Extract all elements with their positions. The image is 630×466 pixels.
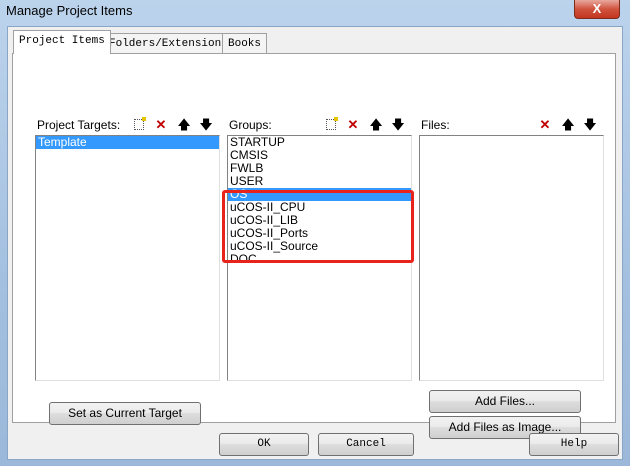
group-list-item[interactable]: USER xyxy=(228,175,411,188)
files-group: Files: ✕ 🡅 🡇 xyxy=(419,116,604,386)
window-title: Manage Project Items xyxy=(6,3,133,18)
files-list[interactable] xyxy=(419,135,604,381)
files-header: Files: ✕ 🡅 🡇 xyxy=(419,116,604,134)
move-file-down-button[interactable]: 🡇 xyxy=(581,116,599,133)
move-up-icon: 🡅 xyxy=(369,117,383,132)
delete-target-button[interactable]: ✕ xyxy=(152,116,170,133)
move-file-up-button[interactable]: 🡅 xyxy=(559,116,577,133)
new-item-icon xyxy=(134,117,146,130)
title-bar[interactable]: Manage Project Items X xyxy=(0,0,630,22)
target-list-item[interactable]: Template xyxy=(36,136,219,149)
project-targets-group: Project Targets: ✕ 🡅 🡇 Template xyxy=(35,116,220,386)
close-button[interactable]: X xyxy=(574,0,620,19)
move-up-icon: 🡅 xyxy=(561,117,575,132)
new-target-button[interactable] xyxy=(130,116,148,133)
add-files-button[interactable]: Add Files... xyxy=(429,390,581,413)
move-down-icon: 🡇 xyxy=(391,117,405,132)
tab-panel: Project Targets: ✕ 🡅 🡇 Template Groups: … xyxy=(12,53,616,439)
dialog-body: Project Items Folders/Extensions Books P… xyxy=(7,26,623,460)
groups-header: Groups: ✕ 🡅 🡇 xyxy=(227,116,412,134)
move-down-icon: 🡇 xyxy=(199,117,213,132)
tab-books[interactable]: Books xyxy=(222,33,268,53)
project-targets-label: Project Targets: xyxy=(37,118,121,132)
dialog-window: Manage Project Items X Project Items Fol… xyxy=(0,0,630,466)
help-button[interactable]: Help xyxy=(529,433,619,456)
new-item-icon xyxy=(326,117,338,130)
delete-icon: ✕ xyxy=(347,117,359,132)
move-target-down-button[interactable]: 🡇 xyxy=(197,116,215,133)
highlight-box xyxy=(222,190,414,263)
close-icon: X xyxy=(592,1,602,16)
delete-file-button[interactable]: ✕ xyxy=(536,116,554,133)
move-target-up-button[interactable]: 🡅 xyxy=(175,116,193,133)
delete-icon: ✕ xyxy=(539,117,551,132)
project-targets-list[interactable]: Template xyxy=(35,135,220,381)
move-down-icon: 🡇 xyxy=(583,117,597,132)
move-group-down-button[interactable]: 🡇 xyxy=(389,116,407,133)
set-current-target-button[interactable]: Set as Current Target xyxy=(49,402,201,425)
move-up-icon: 🡅 xyxy=(177,117,191,132)
files-label: Files: xyxy=(421,118,450,132)
tab-project-items[interactable]: Project Items xyxy=(13,30,111,54)
groups-label: Groups: xyxy=(229,118,272,132)
move-group-up-button[interactable]: 🡅 xyxy=(367,116,385,133)
project-targets-header: Project Targets: ✕ 🡅 🡇 xyxy=(35,116,220,134)
ok-button[interactable]: OK xyxy=(219,433,309,456)
tab-folders-extensions[interactable]: Folders/Extensions xyxy=(103,33,234,53)
delete-group-button[interactable]: ✕ xyxy=(344,116,362,133)
delete-icon: ✕ xyxy=(155,117,167,132)
cancel-button[interactable]: Cancel xyxy=(318,433,414,456)
new-group-button[interactable] xyxy=(322,116,340,133)
